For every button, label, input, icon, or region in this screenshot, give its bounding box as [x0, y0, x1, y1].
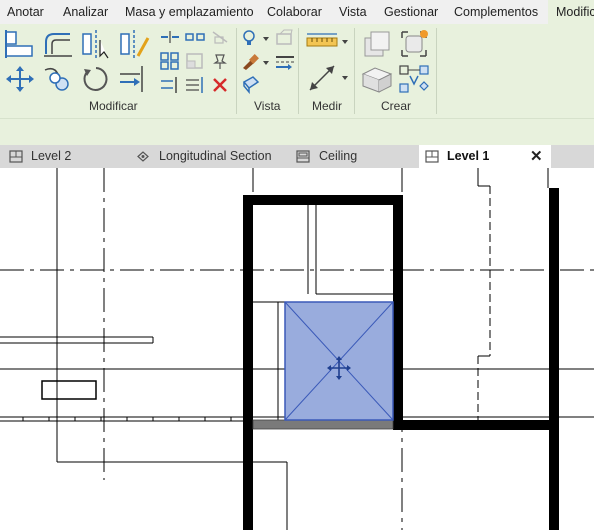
cut-profile-icon[interactable]: [241, 74, 261, 94]
move-icon[interactable]: [4, 64, 36, 94]
rotate-icon[interactable]: [80, 64, 112, 94]
view-tab-level-1[interactable]: Level 1 ✕: [419, 145, 551, 168]
create-group-icon[interactable]: [361, 64, 393, 94]
align-icon[interactable]: [4, 28, 36, 60]
panel-separator: [298, 28, 299, 114]
view-tab-label: Ceiling: [319, 149, 358, 163]
create-parts-icon[interactable]: [398, 28, 430, 60]
trim-extend-icon[interactable]: [118, 64, 150, 94]
section-icon: [137, 151, 149, 162]
floor-plan-icon: [425, 150, 439, 163]
wall[interactable]: [395, 420, 559, 430]
wall[interactable]: [549, 188, 559, 530]
wall[interactable]: [243, 195, 253, 530]
delete-icon[interactable]: [210, 76, 230, 94]
tab-gestionar[interactable]: Gestionar: [384, 5, 438, 19]
mirror-draw-axis-icon[interactable]: [118, 28, 150, 60]
ribbon-tab-bar: Anotar Analizar Masa y emplazamiento Col…: [0, 0, 594, 24]
window-opening: [41, 380, 97, 400]
floor-plan-icon: [9, 150, 23, 163]
split-element-icon[interactable]: [160, 30, 180, 44]
tab-vista[interactable]: Vista: [339, 5, 367, 19]
view-tab-bar: Level 2 Longitudinal Section Ceiling Lev…: [0, 145, 594, 168]
tab-anotar[interactable]: Anotar: [7, 5, 44, 19]
offset-icon[interactable]: [42, 28, 74, 60]
measure-between-references-icon[interactable]: [304, 30, 352, 52]
panel-label-medir: Medir: [312, 99, 343, 113]
panel-separator: [354, 28, 355, 114]
panel-separator: [236, 28, 237, 114]
options-bar: [0, 118, 594, 145]
view-tab-ceiling[interactable]: Ceiling: [285, 145, 415, 168]
ribbon: Modificar Vista Medir Crear: [0, 24, 594, 118]
panel-label-modificar: Modificar: [89, 99, 138, 113]
drawing-canvas[interactable]: [0, 168, 594, 530]
paint-brush-icon[interactable]: [241, 52, 271, 72]
unpin-icon[interactable]: [210, 29, 230, 45]
array-icon[interactable]: [160, 52, 180, 70]
tab-complementos[interactable]: Complementos: [454, 5, 538, 19]
view-tab-label: Longitudinal Section: [159, 149, 272, 163]
wall[interactable]: [393, 195, 403, 430]
view-tab-level-2[interactable]: Level 2: [0, 145, 125, 168]
create-assembly-icon[interactable]: [361, 28, 393, 60]
scale-icon[interactable]: [185, 52, 205, 70]
floor-plan-drawing: [0, 168, 594, 530]
create-similar-icon[interactable]: [398, 64, 430, 94]
tab-analizar[interactable]: Analizar: [63, 5, 108, 19]
wall[interactable]: [243, 195, 403, 205]
mirror-pick-axis-icon[interactable]: [80, 28, 112, 60]
linework-icon[interactable]: [274, 52, 296, 72]
tab-masa-y-emplazamiento[interactable]: Masa y emplazamiento: [125, 5, 254, 19]
view-tab-longitudinal-section[interactable]: Longitudinal Section: [125, 145, 285, 168]
aligned-dimension-icon[interactable]: [304, 62, 352, 94]
split-with-gap-icon[interactable]: [185, 30, 205, 44]
hide-lightbulb-icon[interactable]: [241, 28, 271, 48]
view-tab-label: Level 2: [31, 149, 72, 163]
ceiling-plan-icon: [296, 150, 310, 163]
view-tab-label: Level 1: [447, 149, 490, 163]
tab-modificar[interactable]: Modific: [548, 0, 594, 24]
extend-multiple-icon[interactable]: [185, 76, 205, 94]
tab-colaborar[interactable]: Colaborar: [267, 5, 322, 19]
pin-icon[interactable]: [210, 52, 230, 70]
override-graphics-icon[interactable]: [274, 28, 296, 48]
close-tab-button[interactable]: ✕: [530, 145, 543, 168]
threshold: [252, 419, 394, 430]
panel-label-crear: Crear: [381, 99, 412, 113]
trim-multiple-icon[interactable]: [160, 76, 180, 94]
copy-icon[interactable]: [42, 64, 74, 94]
panel-separator: [436, 28, 437, 114]
panel-label-vista: Vista: [254, 99, 281, 113]
